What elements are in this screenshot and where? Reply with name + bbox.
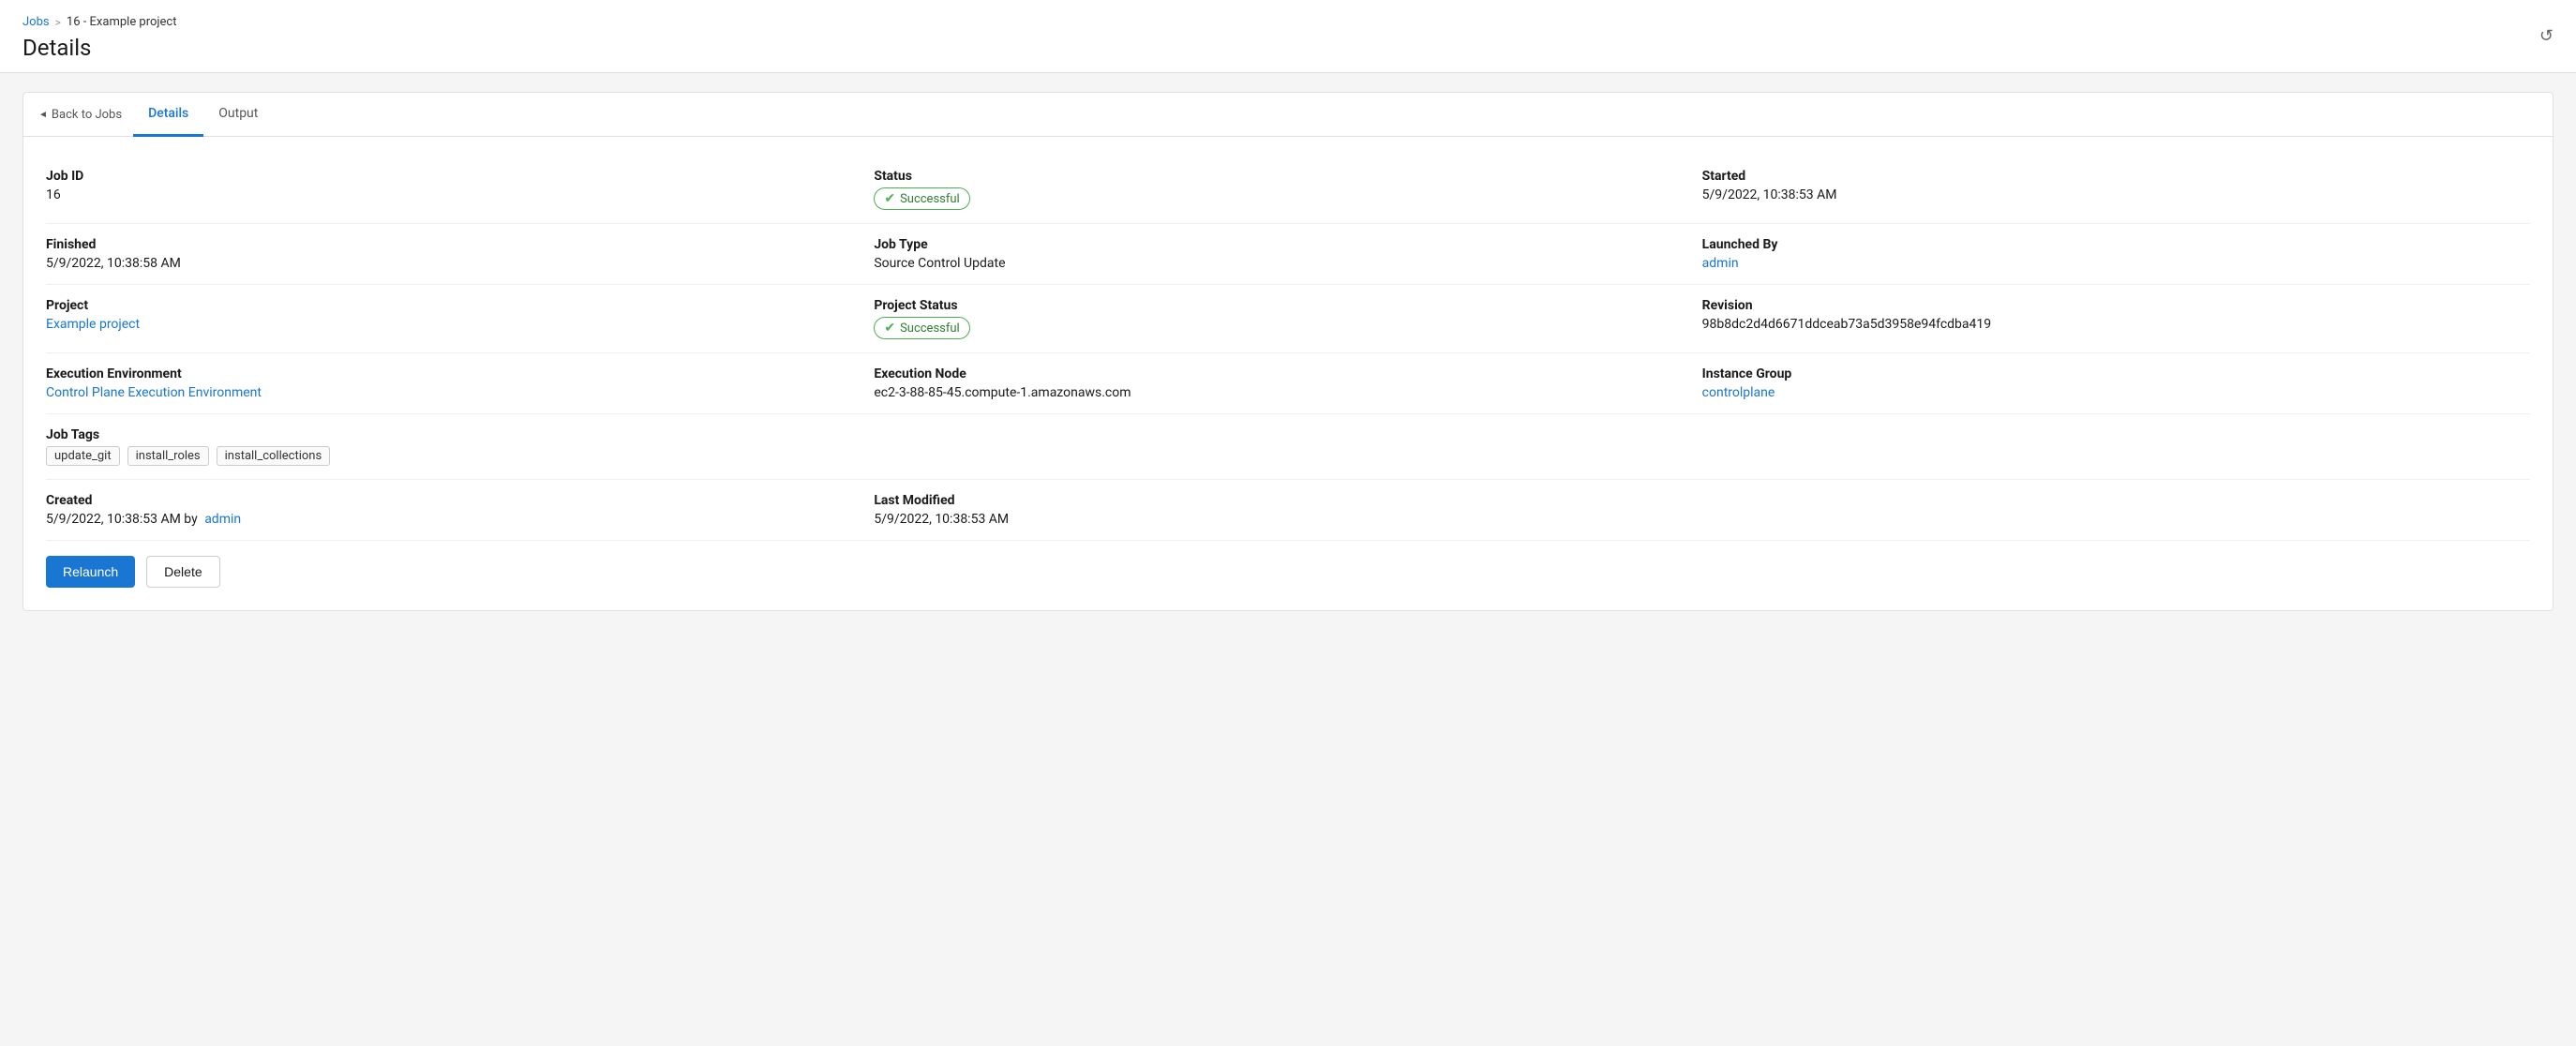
revision-value: 98b8dc2d4d6671ddceab73a5d3958e94fcdba419 — [1702, 317, 2530, 332]
detail-row-1: Job ID 16 Status ✔ Successful Started 5/… — [46, 156, 2530, 224]
created-label: Created — [46, 493, 874, 508]
detail-row-2: Finished 5/9/2022, 10:38:58 AM Job Type … — [46, 224, 2530, 285]
breadcrumb-jobs-link[interactable]: Jobs — [22, 15, 50, 29]
launched-by-value[interactable]: admin — [1702, 256, 2530, 271]
job-type-cell: Job Type Source Control Update — [874, 237, 1701, 271]
project-cell: Project Example project — [46, 298, 874, 332]
detail-row-6: Created 5/9/2022, 10:38:53 AM by admin L… — [46, 480, 2530, 541]
exec-env-value[interactable]: Control Plane Execution Environment — [46, 385, 874, 400]
started-label: Started — [1702, 169, 2530, 184]
history-icon[interactable]: ↺ — [2539, 26, 2554, 46]
instance-group-cell: Instance Group controlplane — [1702, 366, 2530, 400]
last-modified-label: Last Modified — [874, 493, 1701, 508]
launched-by-label: Launched By — [1702, 237, 2530, 252]
actions-row: Relaunch Delete — [46, 541, 2530, 591]
project-status-check-icon: ✔ — [884, 321, 895, 336]
project-label: Project — [46, 298, 874, 313]
job-tag: update_git — [46, 446, 120, 466]
exec-env-cell: Execution Environment Control Plane Exec… — [46, 366, 874, 400]
finished-label: Finished — [46, 237, 874, 252]
job-tag: install_collections — [217, 446, 331, 466]
exec-node-cell: Execution Node ec2-3-88-85-45.compute-1.… — [874, 366, 1701, 400]
launched-by-cell: Launched By admin — [1702, 237, 2530, 271]
revision-label: Revision — [1702, 298, 2530, 313]
last-modified-cell: Last Modified 5/9/2022, 10:38:53 AM — [874, 493, 1701, 527]
job-tags-label: Job Tags — [46, 427, 874, 442]
instance-group-label: Instance Group — [1702, 366, 2530, 381]
started-cell: Started 5/9/2022, 10:38:53 AM — [1702, 169, 2530, 202]
details-grid: Job ID 16 Status ✔ Successful Started 5/… — [23, 137, 2553, 610]
status-label: Status — [874, 169, 1701, 184]
job-type-label: Job Type — [874, 237, 1701, 252]
main-content: Back to Jobs Details Output Job ID 16 St… — [0, 73, 2576, 630]
job-id-value: 16 — [46, 187, 874, 202]
status-cell: Status ✔ Successful — [874, 169, 1701, 210]
job-type-value: Source Control Update — [874, 256, 1701, 271]
breadcrumb: Jobs > 16 - Example project — [22, 15, 2554, 29]
created-value: 5/9/2022, 10:38:53 AM by admin — [46, 512, 874, 527]
detail-row-5: Job Tags update_git install_roles install_… — [46, 414, 2530, 480]
project-status-badge: ✔ Successful — [874, 317, 969, 339]
job-tags-cell: Job Tags update_git install_roles install_… — [46, 427, 874, 466]
exec-env-label: Execution Environment — [46, 366, 874, 381]
job-id-label: Job ID — [46, 169, 874, 184]
project-status-label: Project Status — [874, 298, 1701, 313]
started-value: 5/9/2022, 10:38:53 AM — [1702, 187, 2530, 202]
status-badge: ✔ Successful — [874, 187, 969, 210]
finished-cell: Finished 5/9/2022, 10:38:58 AM — [46, 237, 874, 271]
back-to-jobs-link[interactable]: Back to Jobs — [38, 95, 133, 135]
status-value: Successful — [900, 192, 960, 206]
detail-row-4: Execution Environment Control Plane Exec… — [46, 353, 2530, 414]
project-value[interactable]: Example project — [46, 317, 874, 332]
tab-details[interactable]: Details — [133, 93, 203, 137]
relaunch-button[interactable]: Relaunch — [46, 556, 135, 588]
created-cell: Created 5/9/2022, 10:38:53 AM by admin — [46, 493, 874, 527]
instance-group-value[interactable]: controlplane — [1702, 385, 2530, 400]
page-header: Jobs > 16 - Example project Details — [0, 0, 2576, 73]
created-by-link[interactable]: admin — [204, 512, 241, 527]
tab-output[interactable]: Output — [203, 93, 273, 137]
created-date: 5/9/2022, 10:38:53 AM by — [46, 512, 198, 527]
exec-node-label: Execution Node — [874, 366, 1701, 381]
tab-container: Back to Jobs Details Output Job ID 16 St… — [22, 92, 2554, 611]
delete-button[interactable]: Delete — [146, 556, 219, 588]
project-status-value: Successful — [900, 321, 960, 336]
page-title: Details — [22, 35, 2554, 61]
breadcrumb-project: 16 - Example project — [67, 15, 177, 29]
project-status-cell: Project Status ✔ Successful — [874, 298, 1701, 339]
job-tag: install_roles — [127, 446, 209, 466]
detail-row-3: Project Example project Project Status ✔… — [46, 285, 2530, 353]
tags-container: update_git install_roles install_collectio… — [46, 446, 874, 466]
finished-value: 5/9/2022, 10:38:58 AM — [46, 256, 874, 271]
revision-cell: Revision 98b8dc2d4d6671ddceab73a5d3958e9… — [1702, 298, 2530, 332]
tab-bar: Back to Jobs Details Output — [23, 93, 2553, 137]
exec-node-value: ec2-3-88-85-45.compute-1.amazonaws.com — [874, 385, 1701, 400]
job-id-cell: Job ID 16 — [46, 169, 874, 202]
status-check-icon: ✔ — [884, 191, 895, 206]
breadcrumb-separator: > — [55, 16, 61, 29]
last-modified-value: 5/9/2022, 10:38:53 AM — [874, 512, 1701, 527]
